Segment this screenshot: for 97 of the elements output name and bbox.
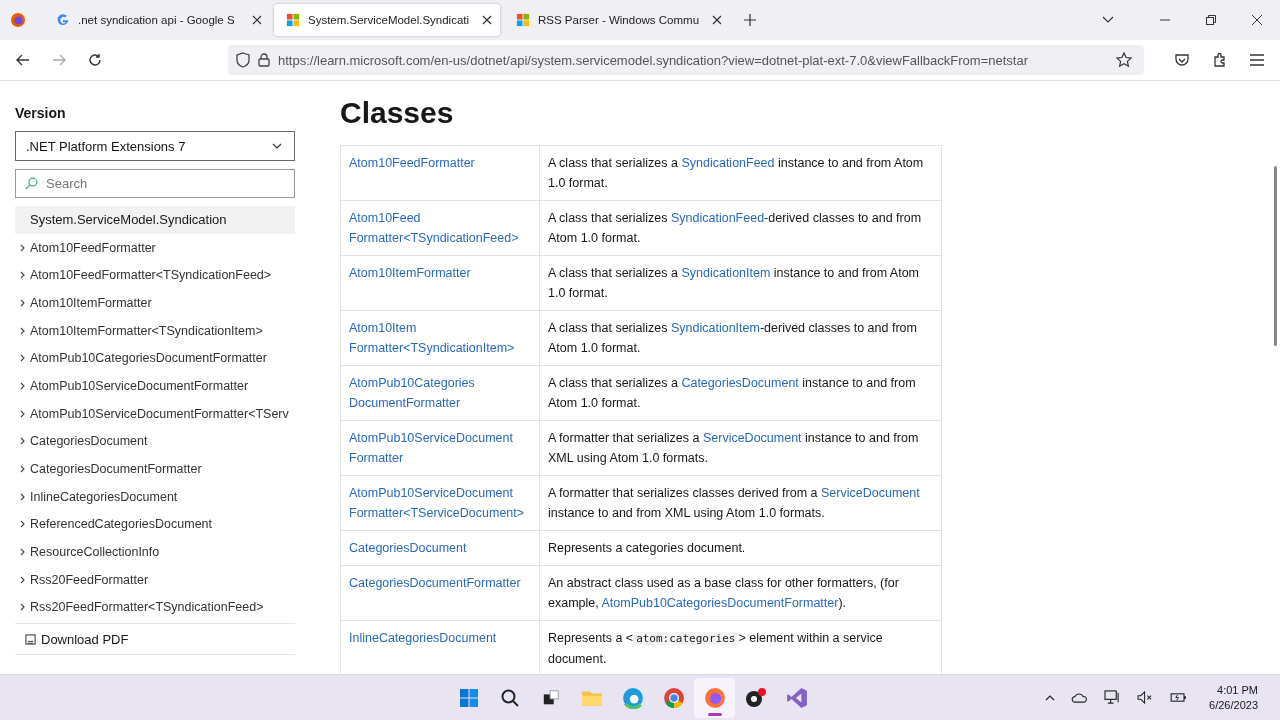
type-link[interactable]: SyndicationItem xyxy=(670,321,760,335)
close-icon[interactable] xyxy=(712,15,722,25)
browser-tab[interactable]: .net syndication api - Google S xyxy=(44,4,270,36)
chevron-right-icon xyxy=(20,298,25,307)
clock[interactable]: 4:01 PM 6/26/2023 xyxy=(1209,682,1258,713)
tree-item[interactable]: CategoriesDocumentFormatter xyxy=(15,455,310,483)
menu-icon[interactable] xyxy=(1250,54,1264,66)
scrollbar-thumb[interactable] xyxy=(1274,166,1277,346)
description-text: A class that serializes SyndicationItem-derived classes to and from Atom 1.0 format. xyxy=(548,320,918,357)
chevron-right-icon xyxy=(20,326,25,335)
type-link[interactable]: ServiceDocument xyxy=(702,431,802,445)
chevron-up-icon[interactable] xyxy=(1045,694,1056,701)
description-text: Represents a categories document. xyxy=(548,540,747,557)
chevron-right-icon xyxy=(20,492,25,501)
windows-logo-icon xyxy=(458,687,479,708)
address-bar[interactable]: https://learn.microsoft.com/en-us/dotnet/api/system.servicemodel.syndication?view=dotnet-plat-ext-7.0&viewFallbackFrom=netstar xyxy=(228,45,1144,75)
tree-item[interactable]: Atom10FeedFormatter xyxy=(15,233,310,262)
browser-tab[interactable]: RSS Parser - Windows Commu xyxy=(504,4,730,36)
google-icon xyxy=(56,13,70,27)
description-text: A class that serializes a SyndicationFeed instance to and from Atom 1.0 format. xyxy=(548,155,925,192)
close-icon[interactable] xyxy=(252,15,262,25)
back-arrow-icon[interactable] xyxy=(16,54,30,66)
tree-item[interactable]: Atom10FeedFormatter<TSyndicationFeed> xyxy=(15,261,310,290)
chevron-down-icon[interactable] xyxy=(1102,16,1114,24)
chevron-right-icon xyxy=(20,381,25,390)
lock-icon xyxy=(258,53,270,67)
firefox-icon[interactable] xyxy=(10,12,26,28)
search-field[interactable]: Search xyxy=(15,169,295,198)
version-dropdown[interactable]: .NET Platform Extensions 7 xyxy=(15,131,295,161)
description-text: A class that serializes a CategoriesDocument instance to and from Atom 1.0 format. xyxy=(548,375,917,412)
puzzle-icon[interactable] xyxy=(1212,52,1228,68)
chevron-right-icon xyxy=(20,243,25,252)
tree-item[interactable]: AtomPub10ServiceDocumentFormatter<TServ xyxy=(15,399,310,428)
tab-title: RSS Parser - Windows Commu xyxy=(538,14,701,26)
tree-item[interactable]: Atom10ItemFormatter xyxy=(15,289,310,317)
tree-item[interactable]: System.ServiceModel.Syndication xyxy=(15,206,295,234)
description-text: An abstract class used as a base class for other formatters, (for example, AtomPub10CategoriesDocumentFormatter). xyxy=(548,575,900,612)
tree-item[interactable]: AtomPub10CategoriesDocumentFormatter xyxy=(15,344,310,373)
battery-icon[interactable] xyxy=(1170,692,1188,703)
search-icon xyxy=(25,177,38,190)
search-icon xyxy=(499,687,520,708)
network-icon[interactable] xyxy=(1104,690,1122,705)
chrome-icon xyxy=(662,686,685,709)
reload-icon[interactable] xyxy=(88,53,102,67)
description-text: A formatter that serializes classes derived from a ServiceDocument instance to and from XML using Atom 1.0 formats. xyxy=(548,485,921,522)
windows-logo-icon xyxy=(286,13,300,27)
shield-icon xyxy=(236,52,250,68)
restore-icon[interactable] xyxy=(1206,15,1216,25)
cloud-icon[interactable] xyxy=(1071,692,1089,703)
recording-app-icon xyxy=(744,687,767,708)
chevron-right-icon xyxy=(20,548,25,557)
tree-item[interactable]: AtomPub10ServiceDocumentFormatter xyxy=(15,372,310,400)
windows-logo-icon xyxy=(516,13,530,27)
description-text: A class that serializes a SyndicationItem instance to and from Atom 1.0 format. xyxy=(548,265,921,302)
tree-item[interactable]: ReferencedCategoriesDocument xyxy=(15,510,310,539)
squares-icon xyxy=(541,688,560,707)
type-link[interactable]: SyndicationItem xyxy=(681,266,771,280)
type-link[interactable]: SyndicationFeed xyxy=(681,156,775,170)
type-link[interactable]: ServiceDocument xyxy=(821,486,920,500)
url-text: https://learn.microsoft.com/en-us/dotnet/api/system.servicemodel.syndication?view=dotnet-plat-ext-7.0&viewFallbackFrom=netstar xyxy=(278,52,1029,68)
tree-item[interactable]: Atom10ItemFormatter<TSyndicationItem> xyxy=(15,316,310,345)
tree-item[interactable]: Rss20FeedFormatter xyxy=(15,565,310,594)
chevron-right-icon xyxy=(20,437,25,446)
tree-item[interactable]: ResourceCollectionInfo xyxy=(15,538,310,566)
tree-item[interactable]: InlineCategoriesDocument xyxy=(15,482,310,511)
type-link[interactable]: AtomPub10CategoriesDocumentFormatter xyxy=(601,596,839,610)
tree-item[interactable]: CategoriesDocument xyxy=(15,427,310,456)
download-pdf-link[interactable]: Download PDF xyxy=(15,623,295,656)
description-text: Represents a < atom:categories > element within a service document. xyxy=(548,630,884,668)
chevron-right-icon xyxy=(20,575,25,584)
new-tab-icon[interactable] xyxy=(744,14,756,26)
inline-code: atom:categories xyxy=(633,632,739,645)
edge-icon xyxy=(621,686,644,709)
type-link[interactable]: CategoriesDocument xyxy=(681,376,799,390)
chevron-right-icon xyxy=(20,409,25,418)
type-link[interactable]: SyndicationFeed xyxy=(670,211,765,225)
pocket-icon[interactable] xyxy=(1174,52,1190,68)
close-icon[interactable] xyxy=(482,15,492,25)
tree-item[interactable]: Rss20FeedFormatter<TSyndicationFeed> xyxy=(15,593,310,622)
document-icon xyxy=(25,633,36,645)
chevron-down-icon xyxy=(272,143,282,149)
page-heading: Classes xyxy=(340,95,455,131)
chevron-right-icon xyxy=(20,465,25,474)
chevron-right-icon xyxy=(20,354,25,363)
version-label: Version xyxy=(15,105,67,121)
visual-studio-icon xyxy=(785,686,808,709)
firefox-icon xyxy=(703,686,726,709)
star-icon[interactable] xyxy=(1116,52,1132,68)
close-icon[interactable] xyxy=(1252,15,1262,25)
chevron-right-icon xyxy=(20,520,25,529)
chevron-right-icon xyxy=(20,603,25,612)
tab-title: .net syndication api - Google S xyxy=(78,14,236,26)
chevron-right-icon xyxy=(20,271,25,280)
browser-tab[interactable]: System.ServiceModel.Syndicati xyxy=(274,4,500,36)
description-text: A class that serializes SyndicationFeed-derived classes to and from Atom 1.0 format. xyxy=(548,210,923,247)
tab-title: System.ServiceModel.Syndicati xyxy=(308,14,471,26)
description-text: A formatter that serializes a ServiceDocument instance to and from XML using Atom 1.0 formats. xyxy=(548,430,920,467)
